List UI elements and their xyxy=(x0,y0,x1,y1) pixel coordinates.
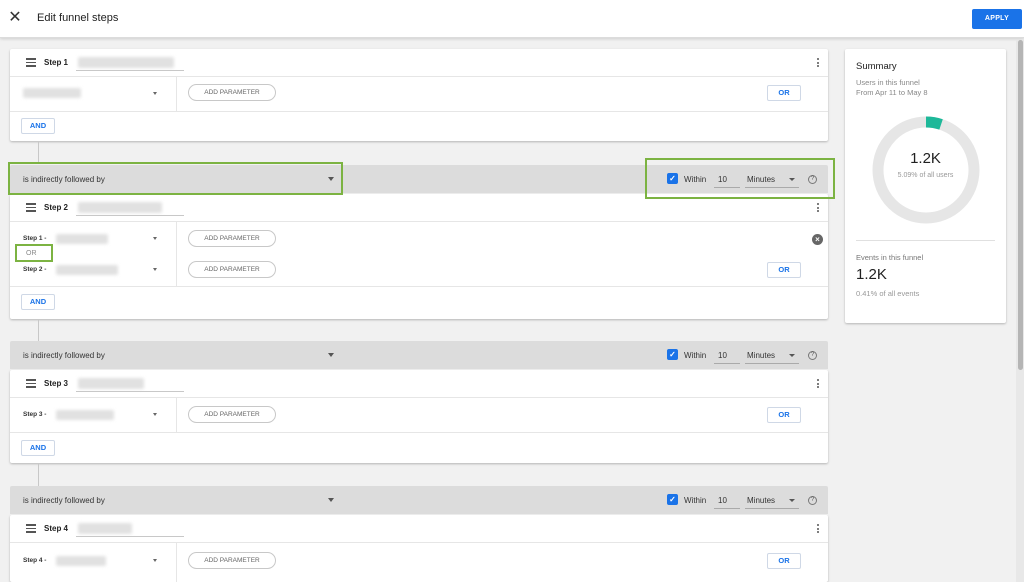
events-percent: 0.41% of all events xyxy=(856,289,920,298)
condition-label: Step 3 - xyxy=(23,411,47,418)
add-parameter-button[interactable]: ADD PARAMETER xyxy=(188,552,276,569)
relation-select[interactable]: is indirectly followed by xyxy=(23,351,105,360)
add-parameter-button[interactable]: ADD PARAMETER xyxy=(188,84,276,101)
remove-condition-icon[interactable]: × xyxy=(812,234,823,245)
step-connector-bar: is indirectly followed by ✓ Within 10 Mi… xyxy=(10,165,828,193)
step-name: Step 1 xyxy=(44,58,69,67)
within-checkbox[interactable]: ✓ xyxy=(667,349,678,360)
events-value: 1.2K xyxy=(856,266,887,283)
within-label: Within xyxy=(684,496,707,505)
within-checkbox[interactable]: ✓ xyxy=(667,173,678,184)
step-header: Step 2 xyxy=(10,194,828,222)
users-value: 1.2K xyxy=(910,150,941,167)
drag-handle-icon[interactable] xyxy=(26,524,36,533)
step-header: Step 1 xyxy=(10,49,828,77)
chevron-down-icon[interactable] xyxy=(789,354,795,357)
relation-select[interactable]: is indirectly followed by xyxy=(23,175,105,184)
chevron-down-icon[interactable] xyxy=(789,178,795,181)
or-button[interactable]: OR xyxy=(767,407,801,423)
time-unit-select[interactable]: Minutes xyxy=(747,496,775,505)
chevron-down-icon[interactable] xyxy=(789,499,795,502)
within-value-input[interactable]: 10 xyxy=(718,496,727,505)
help-icon[interactable]: ? xyxy=(808,496,817,505)
donut-track xyxy=(872,116,980,224)
scrollbar-thumb[interactable] xyxy=(1018,40,1023,370)
and-button[interactable]: AND xyxy=(21,294,55,310)
summary-title: Summary xyxy=(856,61,897,72)
step-card-2: Step 2 Step 1 - ADD PARAMETER × OR Step … xyxy=(10,194,828,319)
add-parameter-button[interactable]: ADD PARAMETER xyxy=(188,261,276,278)
step-name-input[interactable] xyxy=(78,378,144,389)
users-donut-chart xyxy=(872,116,980,224)
users-percent: 5.09% of all users xyxy=(897,172,954,179)
step-connector-bar: is indirectly followed by ✓ Within 10 Mi… xyxy=(10,486,828,514)
or-button[interactable]: OR xyxy=(767,262,801,278)
more-options-icon[interactable] xyxy=(816,203,820,213)
event-select[interactable] xyxy=(56,265,118,275)
step-card-1: Step 1 ADD PARAMETER OR AND xyxy=(10,49,828,141)
step-header: Step 3 xyxy=(10,370,828,398)
more-options-icon[interactable] xyxy=(816,58,820,68)
help-icon[interactable]: ? xyxy=(808,175,817,184)
within-label: Within xyxy=(684,351,707,360)
top-bar: ✕ Edit funnel steps APPLY xyxy=(0,0,1024,38)
within-value-input[interactable]: 10 xyxy=(718,175,727,184)
chevron-down-icon[interactable] xyxy=(328,498,334,502)
close-icon[interactable]: ✕ xyxy=(8,10,22,26)
condition-label: Step 1 - xyxy=(23,235,47,242)
step-name-input[interactable] xyxy=(78,202,162,213)
chevron-down-icon[interactable] xyxy=(153,413,157,416)
step-name-input[interactable] xyxy=(78,523,132,534)
help-icon[interactable]: ? xyxy=(808,351,817,360)
drag-handle-icon[interactable] xyxy=(26,58,36,67)
more-options-icon[interactable] xyxy=(816,524,820,534)
or-button[interactable]: OR xyxy=(767,85,801,101)
step-connector-bar: is indirectly followed by ✓ Within 10 Mi… xyxy=(10,341,828,369)
date-range: From Apr 11 to May 8 xyxy=(856,88,928,97)
step-name: Step 4 xyxy=(44,524,69,533)
chevron-down-icon[interactable] xyxy=(153,92,157,95)
or-separator-label: OR xyxy=(26,250,37,257)
step-header: Step 4 xyxy=(10,515,828,543)
chevron-down-icon[interactable] xyxy=(153,237,157,240)
summary-panel: Summary Users in this funnel From Apr 11… xyxy=(845,49,1006,323)
relation-select[interactable]: is indirectly followed by xyxy=(23,496,105,505)
page-title: Edit funnel steps xyxy=(37,12,119,24)
event-select[interactable] xyxy=(56,556,106,566)
time-unit-select[interactable]: Minutes xyxy=(747,351,775,360)
chevron-down-icon[interactable] xyxy=(153,559,157,562)
add-parameter-button[interactable]: ADD PARAMETER xyxy=(188,406,276,423)
within-checkbox[interactable]: ✓ xyxy=(667,494,678,505)
add-parameter-button[interactable]: ADD PARAMETER xyxy=(188,230,276,247)
more-options-icon[interactable] xyxy=(816,379,820,389)
event-select[interactable] xyxy=(23,88,81,98)
event-select[interactable] xyxy=(56,234,108,244)
events-label: Events in this funnel xyxy=(856,253,924,262)
within-value-input[interactable]: 10 xyxy=(718,351,727,360)
chevron-down-icon[interactable] xyxy=(328,353,334,357)
step-card-3: Step 3 Step 3 - ADD PARAMETER OR AND xyxy=(10,370,828,463)
within-label: Within xyxy=(684,175,707,184)
or-button[interactable]: OR xyxy=(767,553,801,569)
and-button[interactable]: AND xyxy=(21,118,55,134)
condition-label: Step 4 - xyxy=(23,557,47,564)
apply-button[interactable]: APPLY xyxy=(972,9,1022,29)
chevron-down-icon[interactable] xyxy=(153,268,157,271)
drag-handle-icon[interactable] xyxy=(26,379,36,388)
drag-handle-icon[interactable] xyxy=(26,203,36,212)
step-name: Step 3 xyxy=(44,379,69,388)
event-select[interactable] xyxy=(56,410,114,420)
time-unit-select[interactable]: Minutes xyxy=(747,175,775,184)
chevron-down-icon[interactable] xyxy=(328,177,334,181)
condition-label: Step 2 - xyxy=(23,266,47,273)
and-button[interactable]: AND xyxy=(21,440,55,456)
step-name-input[interactable] xyxy=(78,57,174,68)
step-name: Step 2 xyxy=(44,203,69,212)
step-card-4: Step 4 Step 4 - ADD PARAMETER OR xyxy=(10,515,828,582)
users-label: Users in this funnel xyxy=(856,78,920,87)
